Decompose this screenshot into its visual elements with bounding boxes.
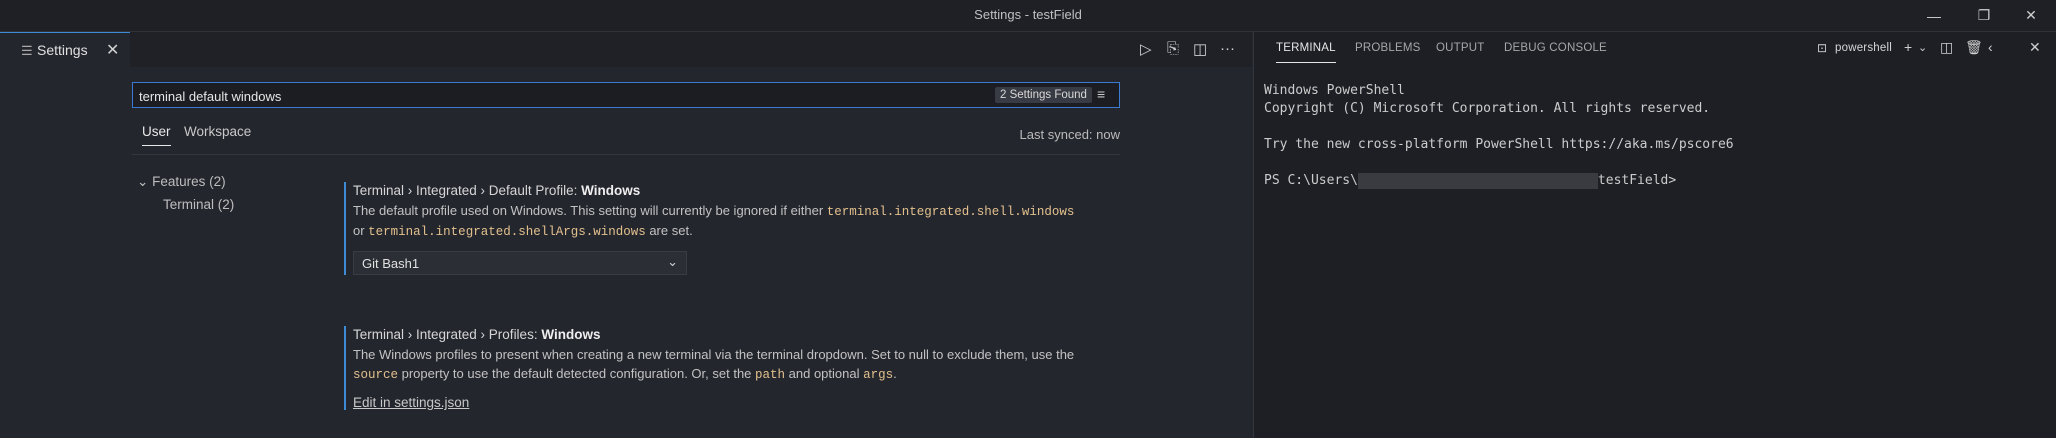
- terminal-line: Copyright (C) Microsoft Corporation. All…: [1264, 101, 1711, 116]
- divider: [132, 154, 1120, 155]
- tab-workspace[interactable]: Workspace: [184, 124, 251, 139]
- tab-problems[interactable]: PROBLEMS: [1355, 42, 1421, 54]
- split-editor-icon[interactable]: ◫: [1193, 40, 1207, 58]
- redacted-username: [1357, 172, 1598, 189]
- list-icon: ☰: [21, 43, 33, 58]
- settings-search-box[interactable]: 2 Settings Found ≡: [132, 82, 1120, 108]
- setting-link-code[interactable]: path: [755, 368, 785, 382]
- terminal-line: Try the new cross-platform PowerShell ht…: [1264, 137, 1734, 152]
- tab-label: Settings: [37, 42, 88, 58]
- dropdown-value: Git Bash1: [362, 256, 420, 271]
- setting-title-name: Windows: [581, 183, 641, 198]
- settings-found-badge: 2 Settings Found: [995, 87, 1092, 103]
- desc-text: .: [893, 365, 897, 381]
- setting-link-code[interactable]: args: [863, 368, 893, 382]
- terminal-icon: ⊡: [1817, 41, 1828, 55]
- open-settings-json-icon[interactable]: ⎘: [1167, 40, 1179, 57]
- prompt-prefix: PS C:\Users\: [1264, 173, 1358, 188]
- default-profile-dropdown[interactable]: Git Bash1 ⌄: [353, 251, 687, 275]
- clear-filter-icon[interactable]: ≡: [1097, 86, 1105, 102]
- restore-button[interactable]: ❐: [1961, 0, 2007, 31]
- setting-profiles-windows: Terminal › Integrated › Profiles: Window…: [344, 326, 1133, 410]
- desc-text: are set.: [645, 222, 693, 238]
- setting-link-code[interactable]: source: [353, 368, 398, 382]
- tab-terminal[interactable]: TERMINAL: [1276, 42, 1336, 63]
- shell-selector-label[interactable]: powershell: [1835, 42, 1892, 54]
- panel: TERMINAL PROBLEMS OUTPUT DEBUG CONSOLE ⊡…: [1253, 32, 2056, 438]
- tab-settings[interactable]: ☰ Settings ✕: [0, 32, 130, 67]
- tree-item-label: Terminal (2): [163, 197, 235, 212]
- desc-text: property to use the default detected con…: [398, 365, 756, 381]
- setting-title: Terminal › Integrated › Profiles: Window…: [353, 327, 1133, 342]
- setting-link-code[interactable]: terminal.integrated.shell.windows: [827, 205, 1075, 219]
- terminal-prompt: PS C:\Users\ testField>: [1264, 172, 1734, 190]
- trash-icon[interactable]: 🗑: [1965, 39, 1983, 56]
- setting-link-code[interactable]: terminal.integrated.shellArgs.windows: [368, 225, 646, 239]
- tab-user[interactable]: User: [142, 124, 171, 146]
- setting-default-profile-windows: Terminal › Integrated › Default Profile:…: [344, 182, 1133, 275]
- setting-title-path: Terminal › Integrated › Profiles:: [353, 327, 542, 342]
- tree-item-terminal[interactable]: Terminal (2): [163, 197, 234, 212]
- setting-title-name: Windows: [541, 327, 601, 342]
- window-title: Settings - testField: [974, 7, 1082, 22]
- last-synced-status: Last synced: now: [1019, 127, 1120, 142]
- setting-description: The Windows profiles to present when cre…: [353, 346, 1133, 384]
- chevron-left-icon[interactable]: ‹: [1988, 39, 1993, 55]
- more-actions-icon[interactable]: ···: [1220, 40, 1235, 57]
- settings-search-input[interactable]: [137, 86, 841, 106]
- setting-description: The default profile used on Windows. Thi…: [353, 202, 1133, 241]
- desc-text: The Windows profiles to present when cre…: [353, 347, 1075, 362]
- add-terminal-icon[interactable]: +: [1904, 39, 1912, 55]
- close-panel-icon[interactable]: ✕: [2029, 39, 2041, 56]
- desc-text: or: [353, 222, 369, 238]
- run-icon[interactable]: ▷: [1140, 40, 1152, 58]
- chevron-down-icon: ⌄: [137, 174, 149, 189]
- tree-item-label: Features (2): [152, 174, 226, 189]
- split-terminal-icon[interactable]: ◫: [1940, 39, 1953, 56]
- tab-debug-console[interactable]: DEBUG CONSOLE: [1504, 42, 1607, 54]
- chevron-down-icon[interactable]: ⌄: [1918, 41, 1927, 54]
- minimize-button[interactable]: —: [1911, 0, 1957, 31]
- terminal-output[interactable]: Windows PowerShell Copyright (C) Microso…: [1264, 82, 1734, 190]
- desc-text: The default profile used on Windows. Thi…: [353, 203, 827, 218]
- terminal-line: Windows PowerShell: [1264, 83, 1405, 98]
- editor-tab-bar: ☰ Settings ✕ ▷ ⎘ ◫ ···: [0, 32, 1252, 67]
- prompt-suffix: testField>: [1597, 173, 1677, 188]
- close-tab-icon[interactable]: ✕: [106, 40, 119, 60]
- edit-in-settings-json-link[interactable]: Edit in settings.json: [353, 395, 1133, 410]
- desc-text: and optional: [785, 365, 864, 381]
- editor-area: ☰ Settings ✕ ▷ ⎘ ◫ ··· 2 Settings Found …: [0, 32, 1252, 438]
- tree-item-features[interactable]: ⌄ Features (2): [137, 174, 226, 190]
- close-window-button[interactable]: ✕: [2008, 0, 2054, 31]
- tab-output[interactable]: OUTPUT: [1436, 42, 1484, 54]
- setting-title: Terminal › Integrated › Default Profile:…: [353, 183, 1133, 198]
- chevron-down-icon: ⌄: [667, 254, 678, 269]
- title-bar: Settings - testField — ❐ ✕: [0, 0, 2056, 32]
- setting-title-path: Terminal › Integrated › Default Profile:: [353, 183, 582, 198]
